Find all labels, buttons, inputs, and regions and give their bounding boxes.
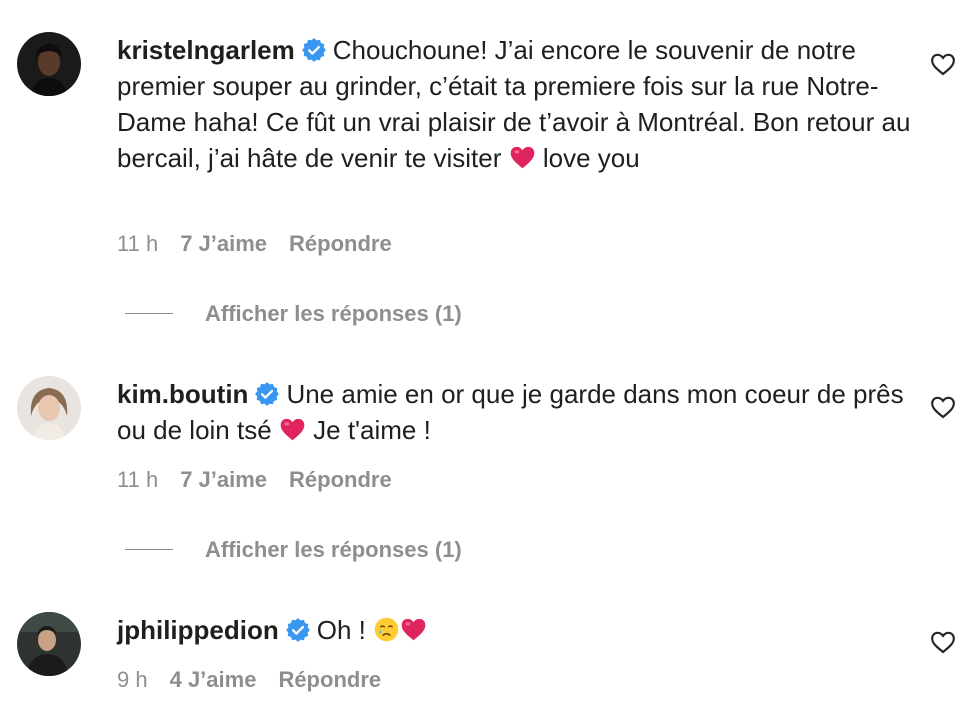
red-heart-emoji [509, 144, 536, 171]
view-replies-button[interactable]: Afficher les réponses (1) [125, 536, 462, 564]
reply-button[interactable]: Répondre [289, 467, 392, 492]
verified-badge-icon [285, 617, 311, 643]
verified-badge-icon [301, 37, 327, 63]
comment-meta: 11 h 7 J’aime Répondre [117, 466, 392, 494]
view-replies-button[interactable]: Afficher les réponses (1) [125, 300, 462, 328]
comments-list: kristelngarlem Chouchoune! J’ai encore le… [0, 0, 974, 714]
username-link[interactable]: kristelngarlem [117, 35, 295, 65]
timestamp[interactable]: 11 h [117, 231, 158, 256]
view-replies-label: Afficher les réponses (1) [205, 537, 462, 562]
comment-meta: 9 h 4 J’aime Répondre [117, 666, 381, 694]
comment-meta: 11 h 7 J’aime Répondre [117, 230, 392, 258]
crying-face-emoji [373, 616, 400, 643]
heart-outline-icon[interactable] [930, 395, 956, 419]
comment-body: jphilippedion Oh ! [117, 612, 912, 648]
red-heart-emoji [400, 616, 427, 643]
avatar[interactable] [17, 32, 81, 96]
reply-button[interactable]: Répondre [278, 667, 381, 692]
likes-count[interactable]: 4 J’aime [170, 667, 257, 692]
comment-body: kristelngarlem Chouchoune! J’ai encore le… [117, 32, 912, 176]
username-link[interactable]: kim.boutin [117, 379, 248, 409]
comment-text: Oh ! [316, 615, 366, 645]
heart-outline-icon[interactable] [930, 52, 956, 76]
username-link[interactable]: jphilippedion [117, 615, 279, 645]
timestamp[interactable]: 11 h [117, 467, 158, 492]
comment-text-continued: Je t'aime ! [313, 415, 431, 445]
comment-text-continued: love you [542, 143, 640, 173]
red-heart-emoji [279, 416, 306, 443]
view-replies-label: Afficher les réponses (1) [205, 301, 462, 326]
likes-count[interactable]: 7 J’aime [180, 231, 267, 256]
replies-divider-line [125, 313, 173, 314]
replies-divider-line [125, 549, 173, 550]
reply-button[interactable]: Répondre [289, 231, 392, 256]
heart-outline-icon[interactable] [930, 630, 956, 654]
comment-body: kim.boutin Une amie en or que je garde da… [117, 376, 912, 448]
likes-count[interactable]: 7 J’aime [180, 467, 267, 492]
verified-badge-icon [254, 381, 280, 407]
timestamp[interactable]: 9 h [117, 667, 148, 692]
avatar[interactable] [17, 612, 81, 676]
avatar[interactable] [17, 376, 81, 440]
